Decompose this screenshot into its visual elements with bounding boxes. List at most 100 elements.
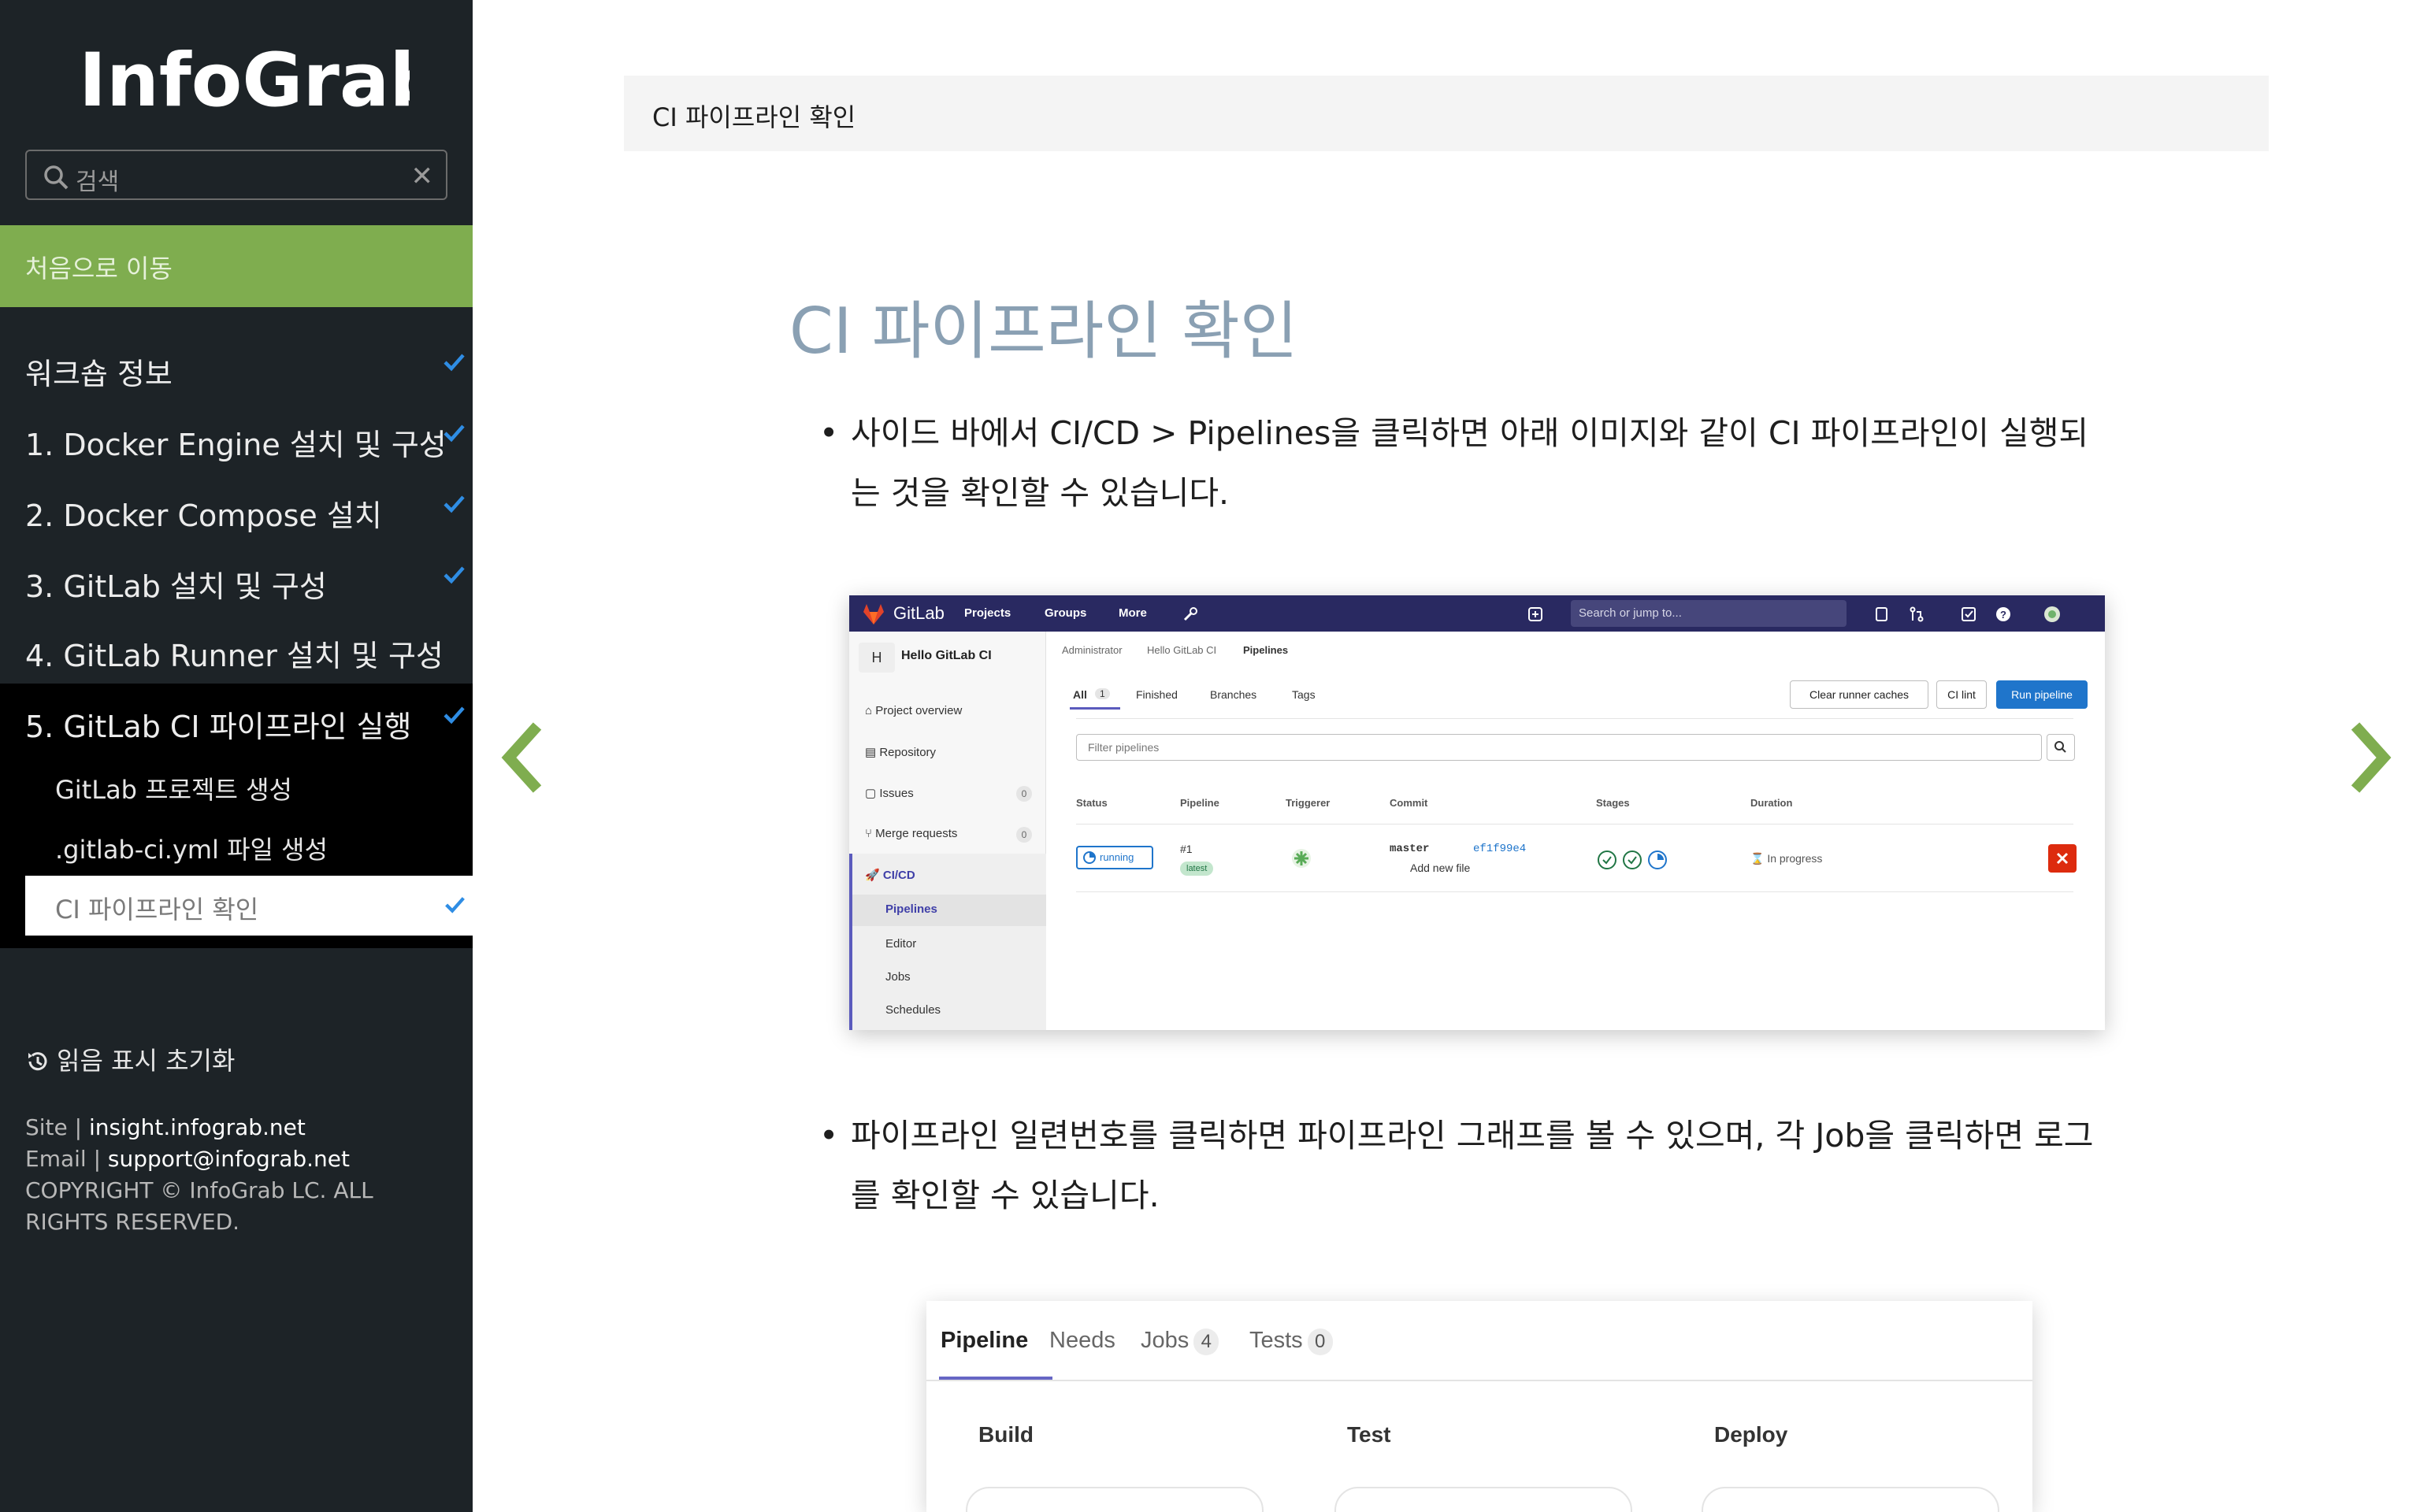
clear-search-icon[interactable]: ✕	[411, 161, 434, 192]
gl-latest-badge: latest	[1180, 862, 1214, 876]
gl-side-schedules: Schedules	[885, 1003, 941, 1017]
gl-col-triggerer: Triggerer	[1286, 797, 1331, 809]
gl-run-pipeline-button: Run pipeline	[1996, 680, 2088, 709]
sidebar-item-gitlab-runner[interactable]: 4. GitLab Runner 설치 및 구성	[0, 613, 473, 684]
todo-icon	[1962, 607, 1976, 621]
pl-tab-separator	[926, 1380, 2032, 1381]
sidebar-item-docker-engine[interactable]: 1. Docker Engine 설치 및 구성	[0, 402, 473, 472]
gl-side-mr-label: Merge requests	[875, 827, 958, 840]
gl-side-issues: ▢ Issues	[865, 787, 914, 800]
gl-tab-branches: Branches	[1210, 688, 1257, 701]
sidebar-subitem-create-ci-yml[interactable]: .gitlab-ci.yml 파일 생성	[0, 816, 473, 876]
reset-read-marks[interactable]: 읽음 표시 초기화	[25, 1041, 235, 1077]
gl-side-overview-label: Project overview	[875, 704, 963, 717]
gl-filter-input: Filter pipelines	[1076, 734, 2042, 761]
pl-stage-test: Test	[1347, 1422, 1391, 1447]
gitlab-topbar: GitLab Projects Groups More Search or ju…	[849, 595, 2105, 632]
gl-side-pipelines: Pipelines	[885, 902, 937, 916]
gl-commit-sha: ef1f99e4	[1473, 843, 1527, 855]
gl-commit-branch: master	[1390, 843, 1430, 855]
sidebar-item-label: 3. GitLab 설치 및 구성	[25, 569, 327, 604]
bullet: •	[819, 414, 839, 452]
sidebar-item-label: 워크숍 정보	[25, 357, 173, 391]
sidebar-subitem-label: .gitlab-ci.yml 파일 생성	[55, 835, 328, 865]
pl-tab-tests-count: 0	[1307, 1329, 1333, 1355]
svg-text:?: ?	[2000, 609, 2006, 621]
gl-cancel-pipeline-button	[2048, 844, 2077, 873]
search-input[interactable]: 검색	[76, 162, 119, 197]
sidebar-item-workshop-info[interactable]: 워크숍 정보	[0, 331, 473, 402]
gitlab-logo-icon	[863, 604, 884, 624]
more-menu: More	[1119, 606, 1147, 620]
gl-col-duration: Duration	[1750, 797, 1793, 809]
gl-col-pipeline: Pipeline	[1180, 797, 1219, 809]
sidebar-item-label: 4. GitLab Runner 설치 및 구성	[25, 639, 444, 673]
gl-duration-text: In progress	[1767, 852, 1823, 865]
sidebar-subitem-label: CI 파이프라인 확인	[55, 895, 259, 925]
gl-col-commit: Commit	[1390, 797, 1428, 809]
pl-stage-build: Build	[978, 1422, 1034, 1447]
search-box[interactable]: 검색 ✕	[25, 150, 447, 200]
sidebar-item-gitlab-install[interactable]: 3. GitLab 설치 및 구성	[0, 543, 473, 614]
gl-ci-lint-button: CI lint	[1936, 680, 1987, 709]
site-link[interactable]: insight.infograb.net	[89, 1114, 306, 1140]
gl-filter-search-button	[2047, 734, 2075, 761]
sidebar-item-gitlab-ci-pipeline[interactable]: 5. GitLab CI 파이프라인 실행	[0, 684, 473, 754]
next-page-arrow-icon[interactable]	[2341, 718, 2396, 797]
gl-commit-message: Add new file	[1410, 862, 1471, 874]
gitlab-pipelines-screenshot: GitLab Projects Groups More Search or ju…	[849, 595, 2105, 1030]
pl-tab-jobs: Jobs 4	[1141, 1328, 1219, 1355]
gl-side-mr-badge: 0	[1016, 827, 1032, 843]
pl-tab-pipeline: Pipeline	[941, 1328, 1029, 1353]
check-icon	[444, 495, 465, 513]
sidebar-subitem-create-project[interactable]: GitLab 프로젝트 생성	[0, 756, 473, 816]
gl-crumb-current: Pipelines	[1243, 644, 1289, 656]
gl-tab-finished: Finished	[1136, 688, 1178, 701]
site-prefix: Site |	[25, 1114, 89, 1140]
issues-count: 0	[1016, 786, 1032, 802]
check-icon	[445, 897, 465, 914]
page-title: CI 파이프라인 확인	[789, 295, 1298, 368]
groups-menu: Groups	[1045, 606, 1087, 620]
gl-side-cicd-label: CI/CD	[882, 869, 915, 882]
pl-tab-needs: Needs	[1049, 1328, 1115, 1353]
help-icon: ?	[1996, 607, 2010, 621]
wrench-icon	[1183, 607, 1197, 621]
history-icon	[28, 1052, 47, 1071]
search-icon	[44, 165, 69, 190]
prev-page-arrow-icon[interactable]	[496, 718, 551, 797]
gl-side-issues-label: Issues	[879, 787, 914, 800]
close-icon	[2056, 852, 2069, 865]
gl-tab-all-count: 1	[1095, 688, 1110, 699]
gl-row-divider	[1076, 891, 2073, 892]
pl-job-card	[1334, 1487, 1632, 1512]
gitlab-search-placeholder: Search or jump to...	[1579, 606, 1682, 620]
pl-job-card	[1702, 1487, 1999, 1512]
gl-crumb-admin: Administrator	[1062, 644, 1123, 656]
project-name: Hello GitLab CI	[901, 649, 992, 662]
gl-side-pipelines-highlight	[849, 895, 1046, 926]
home-link-label: 처음으로 이동	[25, 254, 173, 284]
sidebar-subitem-label: GitLab 프로젝트 생성	[55, 775, 292, 805]
email-link[interactable]: support@infograb.net	[108, 1146, 350, 1172]
gl-side-cicd: 🚀 CI/CD	[865, 869, 915, 882]
mr-count: 0	[1016, 827, 1032, 843]
check-icon	[444, 566, 465, 584]
paragraph-1: • 사이드 바에서 CI/CD > Pipelines을 클릭하면 아래 이미지…	[819, 403, 2111, 523]
sidebar-subitem-check-pipeline[interactable]: CI 파이프라인 확인	[25, 876, 473, 936]
sidebar-item-label: 1. Docker Engine 설치 및 구성	[25, 428, 447, 462]
gl-crumb-project: Hello GitLab CI	[1147, 644, 1217, 656]
infograb-logo[interactable]: InfoGrab	[79, 35, 410, 121]
projects-menu: Projects	[964, 606, 1011, 620]
sidebar: InfoGrab 검색 ✕ 처음으로 이동 워크숍 정보 1. Docker E…	[0, 0, 473, 1512]
sidebar-item-docker-compose[interactable]: 2. Docker Compose 설치	[0, 472, 473, 543]
pl-job-card	[966, 1487, 1264, 1512]
home-link[interactable]: 처음으로 이동	[0, 225, 473, 307]
gl-divider	[1076, 718, 2073, 719]
breadcrumb-current: CI 파이프라인 확인	[652, 102, 856, 132]
gl-side-merge-requests: ⑂ Merge requests	[865, 827, 958, 840]
sidebar-item-label: 5. GitLab CI 파이프라인 실행	[25, 710, 412, 744]
gl-header-divider	[1076, 824, 2073, 825]
gl-tab-tags: Tags	[1292, 688, 1316, 701]
check-icon	[444, 354, 465, 372]
